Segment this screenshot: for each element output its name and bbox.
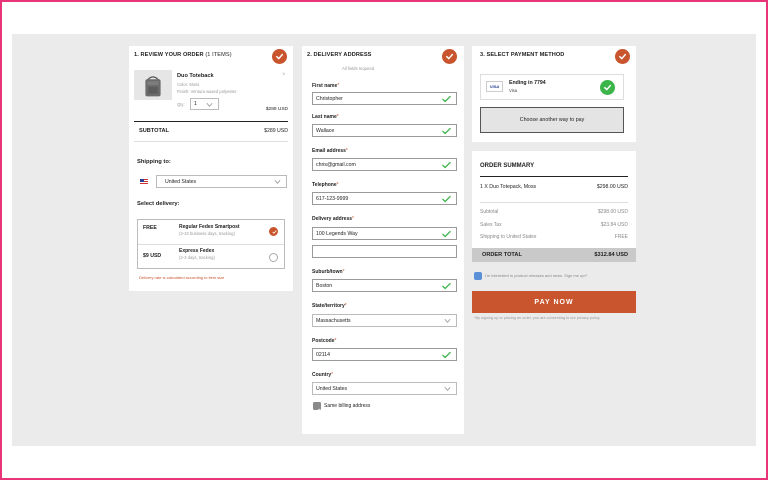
valid-check-icon <box>442 95 451 103</box>
chevron-down-icon <box>444 387 451 391</box>
same-billing-checkbox[interactable] <box>313 402 321 414</box>
order-total-value: $312.84 USD <box>594 252 628 258</box>
saved-card[interactable]: VISA Ending in 7794 Visa <box>480 74 624 100</box>
delivery-radio[interactable] <box>269 253 278 262</box>
telephone-label: Telephone* <box>312 182 339 188</box>
summary-line-item: 1 X Duo Totepack, Moss $298.00 USD <box>480 184 628 190</box>
visa-card-icon: VISA <box>486 81 503 92</box>
step-complete-icon <box>442 49 457 64</box>
delivery-detail: (3-10 business days, tracking) <box>179 231 235 236</box>
delivery-address-panel: 2. Delivery address All fields required … <box>302 46 464 434</box>
valid-check-icon <box>442 127 451 135</box>
newsletter-checkbox[interactable] <box>474 272 482 280</box>
choose-another-payment-button[interactable]: Choose another way to pay <box>480 107 624 133</box>
payment-method-title: 3. Select payment method <box>480 52 565 58</box>
last-name-label: Last name* <box>312 114 339 120</box>
valid-check-icon <box>442 195 451 203</box>
step-complete-icon <box>272 49 287 64</box>
payment-method-panel: 3. Select payment method VISA Ending in … <box>472 46 636 142</box>
suburb-input[interactable]: Boston <box>312 279 457 292</box>
summary-shipping: Shipping to United States FREE <box>480 234 628 240</box>
shipping-country-select[interactable]: United States <box>156 175 287 188</box>
country-select[interactable]: United States <box>312 382 457 395</box>
review-order-panel: 1. Review your order (1 items) Duo Toteb… <box>129 46 293 291</box>
valid-check-icon <box>442 230 451 238</box>
postcode-input[interactable]: 02114 <box>312 348 457 361</box>
us-flag-icon <box>140 179 148 184</box>
valid-check-icon <box>442 351 451 359</box>
select-delivery-label: Select delivery: <box>137 201 180 207</box>
last-name-input[interactable]: Wallace <box>312 124 457 137</box>
delivery-name: Regular Fedex Smartpost <box>179 224 240 230</box>
card-type: Visa <box>509 88 518 93</box>
order-summary-panel: ORDER SUMMARY 1 X Duo Totepack, Moss $29… <box>472 151 636 262</box>
delivery-option-regular[interactable]: FREE Regular Fedex Smartpost (3-10 busin… <box>138 220 284 245</box>
terms-note: *By signing up or placing an order, you … <box>474 316 601 320</box>
address-line2-input[interactable] <box>312 245 457 258</box>
order-summary-title: ORDER SUMMARY <box>480 163 535 169</box>
chevron-down-icon <box>444 319 451 323</box>
delivery-options: FREE Regular Fedex Smartpost (3-10 busin… <box>137 219 285 269</box>
product-close-icon[interactable]: × <box>282 72 286 78</box>
delivery-price: FREE <box>143 225 157 231</box>
review-order-title: 1. Review your order (1 items) <box>134 52 232 58</box>
email-input[interactable]: chris@gmail.com <box>312 158 457 171</box>
valid-check-icon <box>442 282 451 290</box>
delivery-name: Express Fedex <box>179 248 215 254</box>
first-name-label: First name* <box>312 83 340 89</box>
divider <box>134 121 288 122</box>
card-ending: Ending in 7794 <box>509 80 546 86</box>
subtotal-value: $289 USD <box>264 128 288 134</box>
delivery-price: $9 USD <box>143 253 162 259</box>
summary-tax: Sales Tax $23.84 USD <box>480 222 628 228</box>
subtotal-label: SUBTOTAL <box>139 128 169 134</box>
qty-select[interactable]: 1 <box>190 98 219 110</box>
state-select[interactable]: Massachusetts <box>312 314 457 327</box>
summary-subtotal: Subtotal $298.00 USD <box>480 209 628 215</box>
step-complete-icon <box>615 49 630 64</box>
item-price: $289 USD <box>265 107 288 112</box>
order-total-bar: ORDER TOTAL $312.84 USD <box>472 248 636 262</box>
address-line1-input[interactable]: 100 Legends Way <box>312 227 457 240</box>
newsletter-label: I'm interested in product releases and n… <box>485 273 588 278</box>
postcode-label: Postcode* <box>312 338 337 344</box>
email-label: Email address* <box>312 148 348 154</box>
delivery-address-title: 2. Delivery address <box>307 52 372 58</box>
valid-check-icon <box>442 161 451 169</box>
telephone-input[interactable]: 617-123-9999 <box>312 192 457 205</box>
required-note: All fields required <box>342 66 375 71</box>
product-image <box>134 70 172 100</box>
product-finish: Finish: Ventura waxed polyester <box>177 89 237 94</box>
product-name: Duo Toteback <box>177 73 214 79</box>
same-billing-label: Same billing address <box>324 403 371 409</box>
shipping-to-label: Shipping to: <box>137 159 171 165</box>
card-selected-icon <box>600 80 615 95</box>
first-name-input[interactable]: Christopher <box>312 92 457 105</box>
divider <box>134 141 288 142</box>
state-label: State/territory* <box>312 303 347 309</box>
divider <box>480 176 628 177</box>
delivery-detail: (2-3 days, tracking) <box>179 255 215 260</box>
suburb-label: Suburb/town* <box>312 269 345 275</box>
delivery-radio-selected[interactable] <box>269 227 278 236</box>
divider <box>480 202 628 203</box>
delivery-option-express[interactable]: $9 USD Express Fedex (2-3 days, tracking… <box>138 245 284 270</box>
pay-now-button[interactable]: PAY NOW <box>472 291 636 313</box>
address-label: Delivery address* <box>312 216 354 222</box>
order-total-label: ORDER TOTAL <box>482 252 522 258</box>
product-color: Color: Moss <box>177 82 200 87</box>
qty-label: Qty: <box>177 102 185 107</box>
country-label: Country* <box>312 372 334 378</box>
delivery-rate-link[interactable]: Delivery rate is calculated according to… <box>139 275 224 280</box>
